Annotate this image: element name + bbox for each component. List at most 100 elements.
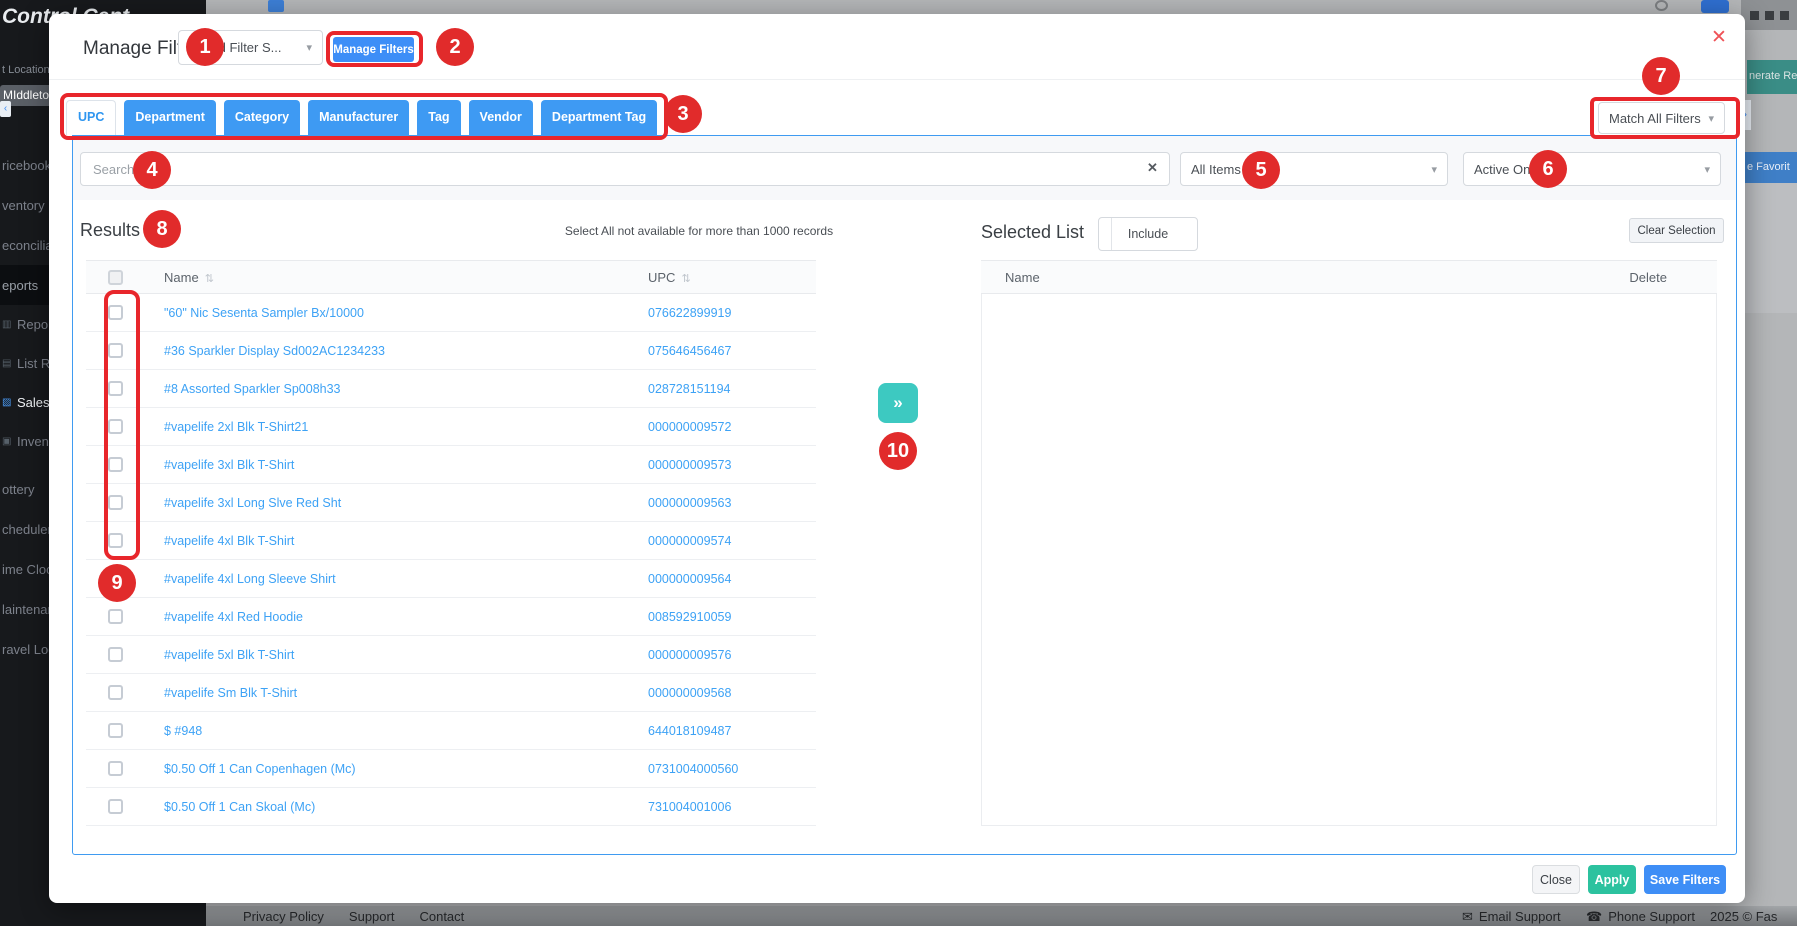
close-icon[interactable]: ✕	[1711, 26, 1727, 49]
filter-tab[interactable]: Department	[124, 100, 216, 135]
product-upc-link[interactable]: 000000009574	[648, 534, 816, 548]
generate-report-button[interactable]: nerate Re	[1747, 60, 1797, 94]
product-upc-link[interactable]: 000000009576	[648, 648, 816, 662]
row-checkbox[interactable]	[107, 609, 123, 624]
manage-filters-button[interactable]: Manage Filters	[333, 37, 414, 62]
product-upc-link[interactable]: 008592910059	[648, 610, 816, 624]
email-support-link[interactable]: ✉ Email Support	[1462, 909, 1561, 925]
product-upc-link[interactable]: 0731004000560	[648, 762, 816, 776]
product-upc-link[interactable]: 731004001006	[648, 800, 816, 814]
chevron-down-icon: ▾	[1708, 112, 1714, 125]
search-icon	[1655, 0, 1668, 11]
apply-button[interactable]: Apply	[1588, 865, 1636, 894]
move-to-selected-button[interactable]: »	[878, 383, 918, 423]
table-row: #vapelife 3xl Blk T-Shirt 000000009573	[86, 446, 816, 484]
product-upc-link[interactable]: 000000009573	[648, 458, 816, 472]
product-name-link[interactable]: #vapelife 2xl Blk T-Shirt21	[144, 420, 648, 434]
clear-search-icon[interactable]: ✕	[1147, 160, 1158, 176]
row-checkbox[interactable]	[107, 343, 123, 358]
product-name-link[interactable]: $0.50 Off 1 Can Skoal (Mc)	[144, 800, 648, 814]
table-row: #vapelife 5xl Blk T-Shirt 000000009576	[86, 636, 816, 674]
annotation-badge-1: 1	[186, 28, 224, 66]
row-checkbox[interactable]	[107, 723, 123, 738]
product-name-link[interactable]: #vapelife 3xl Blk T-Shirt	[144, 458, 648, 472]
row-checkbox[interactable]	[107, 533, 123, 548]
sort-icon: ⇅	[681, 272, 691, 285]
menu-panel-icon	[1741, 0, 1797, 30]
product-name-link[interactable]: "60" Nic Sesenta Sampler Bx/10000	[144, 306, 648, 320]
product-name-link[interactable]: #vapelife 4xl Long Sleeve Shirt	[144, 572, 648, 586]
row-checkbox[interactable]	[107, 305, 123, 320]
upc-column-header[interactable]: UPC ⇅	[648, 270, 816, 285]
product-upc-link[interactable]: 000000009568	[648, 686, 816, 700]
search-input[interactable]	[80, 152, 1170, 186]
match-all-filters-dropdown[interactable]: Match All Filters ▾	[1598, 102, 1725, 134]
product-upc-link[interactable]: 644018109487	[648, 724, 816, 738]
product-name-link[interactable]: #vapelife 5xl Blk T-Shirt	[144, 648, 648, 662]
item-type-dropdown[interactable]: All Items ▾	[1180, 152, 1448, 186]
sidebar-item-icon: ▨	[2, 397, 12, 408]
active-status-dropdown[interactable]: Active Only ▾	[1463, 152, 1721, 186]
product-upc-link[interactable]: 075646456467	[648, 344, 816, 358]
row-checkbox[interactable]	[107, 761, 123, 776]
include-toggle-button[interactable]: Include	[1098, 217, 1198, 251]
filter-tab[interactable]: Category	[223, 100, 301, 135]
annotation-badge-3: 3	[664, 95, 702, 133]
sort-icon: ⇅	[204, 272, 214, 285]
clear-selection-button[interactable]: Clear Selection	[1629, 218, 1724, 243]
name-column-header[interactable]: Name ⇅	[144, 270, 648, 285]
filter-tab[interactable]: Manufacturer	[308, 100, 410, 135]
row-checkbox[interactable]	[107, 419, 123, 434]
table-row: "60" Nic Sesenta Sampler Bx/10000 076622…	[86, 294, 816, 332]
product-name-link[interactable]: $ #948	[144, 724, 648, 738]
footer-link[interactable]: Privacy Policy	[243, 909, 324, 924]
product-name-link[interactable]: #vapelife 3xl Long Slve Red Sht	[144, 496, 648, 510]
delete-column-header: Delete	[1629, 269, 1667, 285]
footer-link[interactable]: Contact	[419, 909, 464, 924]
copyright-text: 2025 © Fas	[1710, 909, 1778, 924]
product-upc-link[interactable]: 000000009564	[648, 572, 816, 586]
manage-filters-modal: Manage Filters ✕ Saved Filter S... ▾ Man…	[49, 14, 1745, 903]
product-name-link[interactable]: $0.50 Off 1 Can Copenhagen (Mc)	[144, 762, 648, 776]
close-button[interactable]: Close	[1532, 865, 1580, 894]
row-checkbox[interactable]	[107, 381, 123, 396]
product-upc-link[interactable]: 028728151194	[648, 382, 816, 396]
results-table: Name ⇅ UPC ⇅ "60" Nic Sesenta Sampler Bx/1…	[86, 260, 816, 826]
product-upc-link[interactable]: 000000009572	[648, 420, 816, 434]
document-icon	[268, 0, 284, 12]
filter-tab[interactable]: Department Tag	[540, 100, 658, 135]
row-checkbox[interactable]	[107, 495, 123, 510]
sidebar-collapse-icon[interactable]: ‹	[0, 101, 11, 117]
filter-tab[interactable]: UPC	[66, 100, 117, 135]
save-favorite-button[interactable]: e Favorit	[1745, 152, 1797, 183]
row-checkbox[interactable]	[107, 685, 123, 700]
sidebar-item-icon: ▥	[2, 319, 12, 330]
selected-list-title: Selected List	[981, 222, 1085, 242]
annotation-badge-7: 7	[1642, 57, 1680, 95]
product-upc-link[interactable]: 000000009563	[648, 496, 816, 510]
annotation-badge-2: 2	[436, 28, 474, 66]
save-filters-button[interactable]: Save Filters	[1644, 865, 1726, 894]
annotation-badge-5: 5	[1242, 151, 1280, 189]
toggle-divider	[1111, 218, 1112, 250]
match-all-filters-value: Match All Filters	[1609, 110, 1701, 126]
product-name-link[interactable]: #vapelife Sm Blk T-Shirt	[144, 686, 648, 700]
select-all-checkbox[interactable]	[107, 269, 123, 285]
product-name-link[interactable]: #36 Sparkler Display Sd002AC1234233	[144, 344, 648, 358]
page-footer: Privacy Policy Support Contact ✉ Email Supp…	[206, 906, 1797, 926]
phone-support-link[interactable]: ☎ Phone Support	[1586, 909, 1695, 925]
filter-tab[interactable]: Tag	[417, 100, 461, 135]
row-checkbox[interactable]	[107, 647, 123, 662]
footer-link[interactable]: Support	[349, 909, 395, 924]
table-row: #8 Assorted Sparkler Sp008h33 0287281511…	[86, 370, 816, 408]
filter-tab[interactable]: Vendor	[468, 100, 533, 135]
product-name-link[interactable]: #8 Assorted Sparkler Sp008h33	[144, 382, 648, 396]
table-row: #36 Sparkler Display Sd002AC1234233 0756…	[86, 332, 816, 370]
product-name-link[interactable]: #vapelife 4xl Red Hoodie	[144, 610, 648, 624]
row-checkbox[interactable]	[107, 799, 123, 814]
product-name-link[interactable]: #vapelife 4xl Blk T-Shirt	[144, 534, 648, 548]
sidebar-item-label: eports	[2, 277, 39, 293]
product-upc-link[interactable]: 076622899919	[648, 306, 816, 320]
row-checkbox[interactable]	[107, 457, 123, 472]
annotation-badge-10: 10	[879, 432, 917, 470]
